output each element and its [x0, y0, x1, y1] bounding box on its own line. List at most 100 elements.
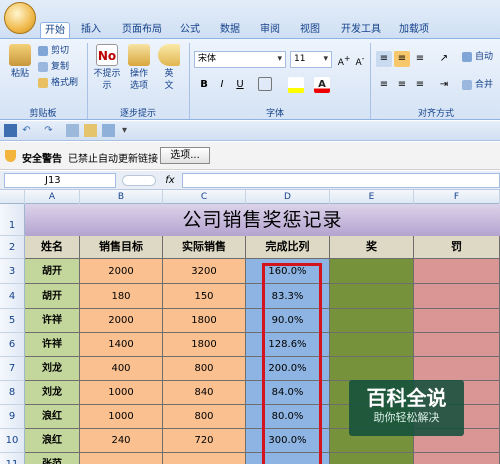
wrap-text-button[interactable]: 自动 [462, 51, 493, 63]
orientation-icon[interactable]: ↗ [436, 51, 452, 67]
name-cell[interactable]: 浪红 [25, 429, 80, 453]
actual-cell[interactable]: 840 [163, 381, 246, 405]
office-button[interactable] [4, 2, 36, 34]
target-cell[interactable]: 1000 [80, 405, 163, 429]
shrink-font-button[interactable]: A- [352, 51, 368, 68]
tab-page-layout[interactable]: 页面布局 [117, 22, 167, 38]
row-header[interactable]: 3 [0, 259, 25, 284]
actual-cell[interactable]: 1800 [163, 309, 246, 333]
header-cell-actual[interactable]: 实际销售 [163, 236, 246, 259]
tab-view[interactable]: 视图 [295, 22, 325, 38]
align-top-icon[interactable]: ≡ [376, 51, 392, 67]
name-cell[interactable]: 胡开 [25, 284, 80, 309]
align-center-icon[interactable]: ≡ [394, 77, 410, 93]
name-cell[interactable]: 胡开 [25, 259, 80, 284]
row-header[interactable]: 9 [0, 405, 25, 429]
name-cell[interactable]: 浪红 [25, 405, 80, 429]
name-cell[interactable]: 刘龙 [25, 381, 80, 405]
target-cell[interactable]: 1400 [80, 333, 163, 357]
actual-cell[interactable] [163, 453, 246, 464]
customize-icon[interactable] [102, 124, 115, 137]
target-cell[interactable]: 2000 [80, 259, 163, 284]
print-preview-icon[interactable] [66, 124, 79, 137]
row-header[interactable]: 6 [0, 333, 25, 357]
target-cell[interactable]: 240 [80, 429, 163, 453]
column-header[interactable]: B [80, 190, 163, 204]
penalty-cell[interactable] [414, 333, 500, 357]
cut-button[interactable]: 剪切 [38, 45, 69, 57]
row-header[interactable]: 5 [0, 309, 25, 333]
insert-function-button[interactable]: fx [160, 173, 180, 188]
row-header[interactable]: 2 [0, 236, 25, 259]
align-middle-icon[interactable]: ≡ [394, 51, 410, 67]
name-cell[interactable]: 许祥 [25, 333, 80, 357]
tab-data[interactable]: 数据 [215, 22, 245, 38]
underline-button[interactable]: U [232, 77, 248, 93]
tab-review[interactable]: 审阅 [255, 22, 285, 38]
undo-icon[interactable]: ↶ [20, 124, 33, 137]
formula-resize-handle[interactable] [122, 175, 156, 186]
header-cell-target[interactable]: 销售目标 [80, 236, 163, 259]
target-cell[interactable] [80, 453, 163, 464]
reward-cell[interactable] [330, 284, 414, 309]
align-bottom-icon[interactable]: ≡ [412, 51, 428, 67]
options-button[interactable]: 操作 选项 [126, 44, 152, 92]
italic-button[interactable]: I [214, 77, 230, 93]
row-header[interactable]: 11 [0, 453, 25, 464]
row-header[interactable]: 4 [0, 284, 25, 309]
select-all-corner[interactable] [0, 190, 25, 204]
copy-button[interactable]: 复制 [38, 61, 69, 73]
english-button[interactable]: 英文 [156, 44, 182, 92]
column-header[interactable]: E [330, 190, 414, 204]
font-name-combo[interactable]: 宋体 [194, 51, 286, 68]
save-icon[interactable] [4, 124, 17, 137]
reward-cell[interactable] [330, 259, 414, 284]
target-cell[interactable]: 180 [80, 284, 163, 309]
actual-cell[interactable]: 3200 [163, 259, 246, 284]
formula-input[interactable] [182, 173, 500, 188]
row-header[interactable]: 10 [0, 429, 25, 453]
name-cell[interactable]: 刘龙 [25, 357, 80, 381]
column-header[interactable]: F [414, 190, 500, 204]
row-header[interactable]: 7 [0, 357, 25, 381]
options-button[interactable]: 选项... [160, 147, 210, 164]
tab-developer[interactable]: 开发工具 [336, 22, 386, 38]
bold-button[interactable]: B [196, 77, 212, 93]
tab-home[interactable]: 开始 [40, 22, 70, 38]
grow-font-button[interactable]: A+ [336, 51, 352, 68]
target-cell[interactable]: 2000 [80, 309, 163, 333]
name-box[interactable]: J13 [4, 173, 116, 188]
reward-cell[interactable] [330, 453, 414, 464]
actual-cell[interactable]: 1800 [163, 333, 246, 357]
penalty-cell[interactable] [414, 309, 500, 333]
actual-cell[interactable]: 800 [163, 405, 246, 429]
tab-addins[interactable]: 加载项 [394, 22, 434, 38]
fill-color-button[interactable] [288, 77, 304, 93]
header-cell-penalty[interactable]: 罚 [414, 236, 500, 259]
penalty-cell[interactable] [414, 284, 500, 309]
align-left-icon[interactable]: ≡ [376, 77, 392, 93]
row-header[interactable]: 1 [0, 204, 25, 236]
actual-cell[interactable]: 150 [163, 284, 246, 309]
header-cell-ratio[interactable]: 完成比列 [246, 236, 330, 259]
row-header[interactable]: 8 [0, 381, 25, 405]
penalty-cell[interactable] [414, 357, 500, 381]
reward-cell[interactable] [330, 309, 414, 333]
redo-icon[interactable]: ↷ [42, 124, 55, 137]
format-painter-button[interactable]: 格式刷 [38, 77, 78, 89]
actual-cell[interactable]: 720 [163, 429, 246, 453]
target-cell[interactable]: 400 [80, 357, 163, 381]
name-cell[interactable]: 许祥 [25, 309, 80, 333]
email-icon[interactable] [84, 124, 97, 137]
reward-cell[interactable] [330, 333, 414, 357]
paste-button[interactable]: 粘贴 [6, 44, 34, 80]
column-header[interactable]: D [246, 190, 330, 204]
target-cell[interactable]: 1000 [80, 381, 163, 405]
align-right-icon[interactable]: ≡ [412, 77, 428, 93]
sheet-title-cell[interactable]: 公司销售奖惩记录 [25, 204, 500, 236]
tab-insert[interactable]: 插入 [76, 22, 106, 38]
border-button[interactable] [258, 77, 272, 91]
header-cell-name[interactable]: 姓名 [25, 236, 80, 259]
header-cell-reward[interactable]: 奖 [330, 236, 414, 259]
actual-cell[interactable]: 800 [163, 357, 246, 381]
